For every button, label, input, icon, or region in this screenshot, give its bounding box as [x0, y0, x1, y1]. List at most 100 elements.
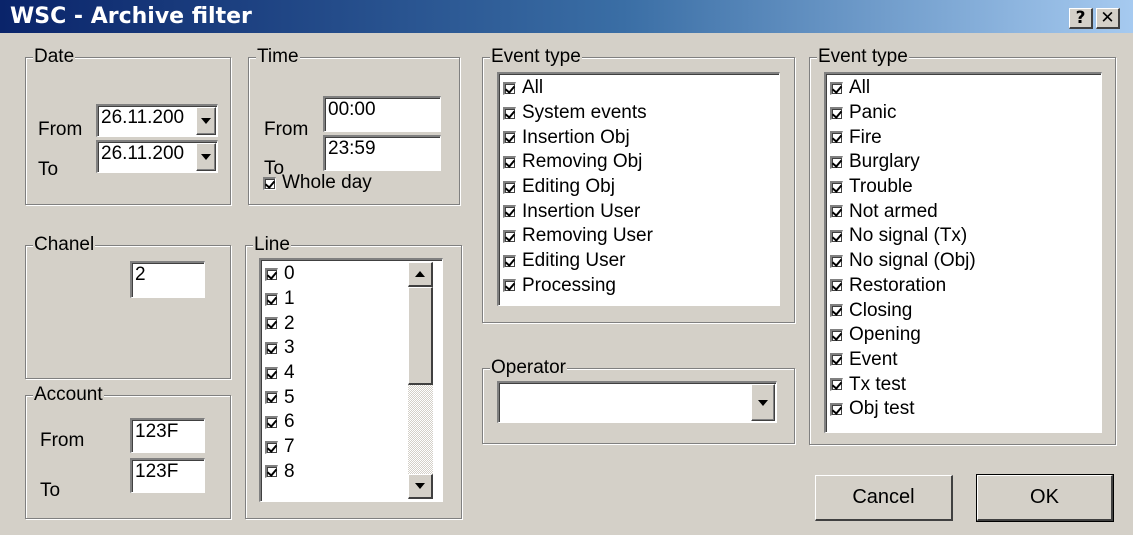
event-type-list-1[interactable]: All System events Insertion Obj Removing Ob… [497, 72, 780, 306]
chevron-down-icon [758, 399, 768, 406]
date-from-label: From [38, 119, 83, 140]
date-from-dropdown-button[interactable] [196, 107, 216, 135]
checkbox-checked-icon[interactable] [265, 317, 278, 331]
checkbox-checked-icon[interactable] [265, 391, 278, 405]
cancel-button[interactable]: Cancel [815, 475, 953, 521]
event-type-legend-1: Event type [490, 46, 582, 67]
list-item[interactable]: Event [826, 348, 1101, 373]
whole-day-checkbox[interactable]: Whole day [263, 172, 372, 194]
list-item-label: Editing User [522, 250, 626, 272]
list-item[interactable]: Not armed [826, 199, 1101, 224]
list-item-label: Removing Obj [522, 151, 643, 173]
checkbox-checked-icon[interactable] [830, 155, 843, 169]
time-from-input[interactable]: 00:00 [323, 96, 441, 132]
checkbox-checked-icon[interactable] [265, 440, 278, 454]
list-item[interactable]: Removing Obj [499, 150, 779, 175]
close-button[interactable]: ✕ [1096, 8, 1120, 29]
event-type-legend-2: Event type [817, 46, 909, 67]
checkbox-checked-icon[interactable] [503, 229, 516, 243]
checkbox-checked-icon[interactable] [830, 353, 843, 367]
list-item-label: 8 [284, 460, 295, 482]
list-item[interactable]: Tx test [826, 372, 1101, 397]
list-item[interactable]: All [499, 76, 779, 101]
list-item[interactable]: Removing User [499, 224, 779, 249]
chevron-down-icon [201, 154, 211, 160]
checkbox-checked-icon[interactable] [830, 402, 843, 416]
operator-dropdown-button[interactable] [751, 384, 775, 421]
chanel-legend: Chanel [33, 234, 96, 255]
checkbox-checked-icon[interactable] [830, 205, 843, 219]
list-item[interactable]: No signal (Tx) [826, 224, 1101, 249]
scroll-thumb[interactable] [408, 287, 433, 385]
checkbox-checked-icon[interactable] [830, 81, 843, 95]
checkbox-checked-icon[interactable] [503, 81, 516, 95]
checkbox-checked-icon[interactable] [503, 205, 516, 219]
checkbox-checked-icon[interactable] [503, 131, 516, 145]
checkbox-checked-icon[interactable] [830, 131, 843, 145]
list-item[interactable]: Restoration [826, 274, 1101, 299]
list-item[interactable]: Obj test [826, 397, 1101, 422]
list-item-label: Tx test [849, 373, 907, 395]
checkbox-checked-icon[interactable] [265, 267, 278, 281]
checkbox-checked-icon[interactable] [830, 180, 843, 194]
checkbox-checked-icon[interactable] [830, 106, 843, 120]
list-item[interactable]: System events [499, 101, 779, 126]
list-item[interactable]: All [826, 76, 1101, 101]
operator-legend: Operator [490, 357, 567, 378]
list-item-label: 6 [284, 411, 295, 433]
list-item[interactable]: Editing Obj [499, 175, 779, 200]
list-item-label: Panic [849, 102, 897, 124]
list-item[interactable]: Opening [826, 323, 1101, 348]
list-item[interactable]: Fire [826, 125, 1101, 150]
checkbox-checked-icon[interactable] [503, 155, 516, 169]
list-item-label: Editing Obj [522, 176, 615, 198]
checkbox-checked-icon[interactable] [830, 378, 843, 392]
account-to-label: To [40, 480, 61, 501]
list-item-label: Event [849, 348, 898, 370]
checkbox-checked-icon[interactable] [265, 366, 278, 380]
date-from-picker[interactable]: 26.11.200 [96, 104, 218, 137]
list-item[interactable]: Trouble [826, 175, 1101, 200]
checkbox-checked-icon[interactable] [265, 465, 278, 479]
checkbox-checked-icon[interactable] [503, 279, 516, 293]
checkbox-checked-icon[interactable] [503, 254, 516, 268]
list-item[interactable]: No signal (Obj) [826, 249, 1101, 274]
ok-button[interactable]: OK [976, 474, 1114, 522]
date-to-picker[interactable]: 26.11.200 [96, 140, 218, 173]
operator-select[interactable] [497, 381, 777, 423]
account-from-input[interactable]: 123F [130, 418, 205, 453]
list-item[interactable]: Editing User [499, 249, 779, 274]
line-scrollbar[interactable] [408, 262, 433, 499]
list-item[interactable]: Insertion Obj [499, 125, 779, 150]
checkbox-checked-icon[interactable] [265, 341, 278, 355]
list-item[interactable]: Processing [499, 274, 779, 299]
title-bar[interactable]: WSC - Archive filter ? ✕ [0, 0, 1133, 33]
time-to-input[interactable]: 23:59 [323, 135, 441, 171]
checkbox-checked-icon[interactable] [830, 254, 843, 268]
help-button[interactable]: ? [1069, 8, 1093, 29]
chanel-input[interactable]: 2 [130, 261, 205, 298]
scroll-up-button[interactable] [408, 262, 433, 287]
list-item[interactable]: Insertion User [499, 199, 779, 224]
checkbox-checked-icon[interactable] [265, 415, 278, 429]
account-to-input[interactable]: 123F [130, 458, 205, 493]
list-item-label: 7 [284, 436, 295, 458]
date-from-value: 26.11.200 [101, 107, 185, 128]
checkbox-checked-icon[interactable] [830, 229, 843, 243]
checkbox-checked-icon[interactable] [830, 304, 843, 318]
list-item-label: 2 [284, 312, 295, 334]
list-item[interactable]: Panic [826, 101, 1101, 126]
date-to-dropdown-button[interactable] [196, 143, 216, 171]
list-item[interactable]: Burglary [826, 150, 1101, 175]
event-type-list-2[interactable]: All Panic Fire Burglary Trouble Not armed No s… [824, 72, 1102, 433]
scroll-down-button[interactable] [408, 474, 433, 499]
checkbox-checked-icon[interactable] [503, 180, 516, 194]
checkbox-checked-icon[interactable] [265, 292, 278, 306]
list-item-label: Processing [522, 274, 616, 296]
list-item[interactable]: Closing [826, 298, 1101, 323]
arrow-up-icon [415, 271, 425, 277]
checkbox-checked-icon[interactable] [830, 328, 843, 342]
window-title: WSC - Archive filter [10, 4, 252, 29]
checkbox-checked-icon[interactable] [830, 279, 843, 293]
checkbox-checked-icon[interactable] [503, 106, 516, 120]
